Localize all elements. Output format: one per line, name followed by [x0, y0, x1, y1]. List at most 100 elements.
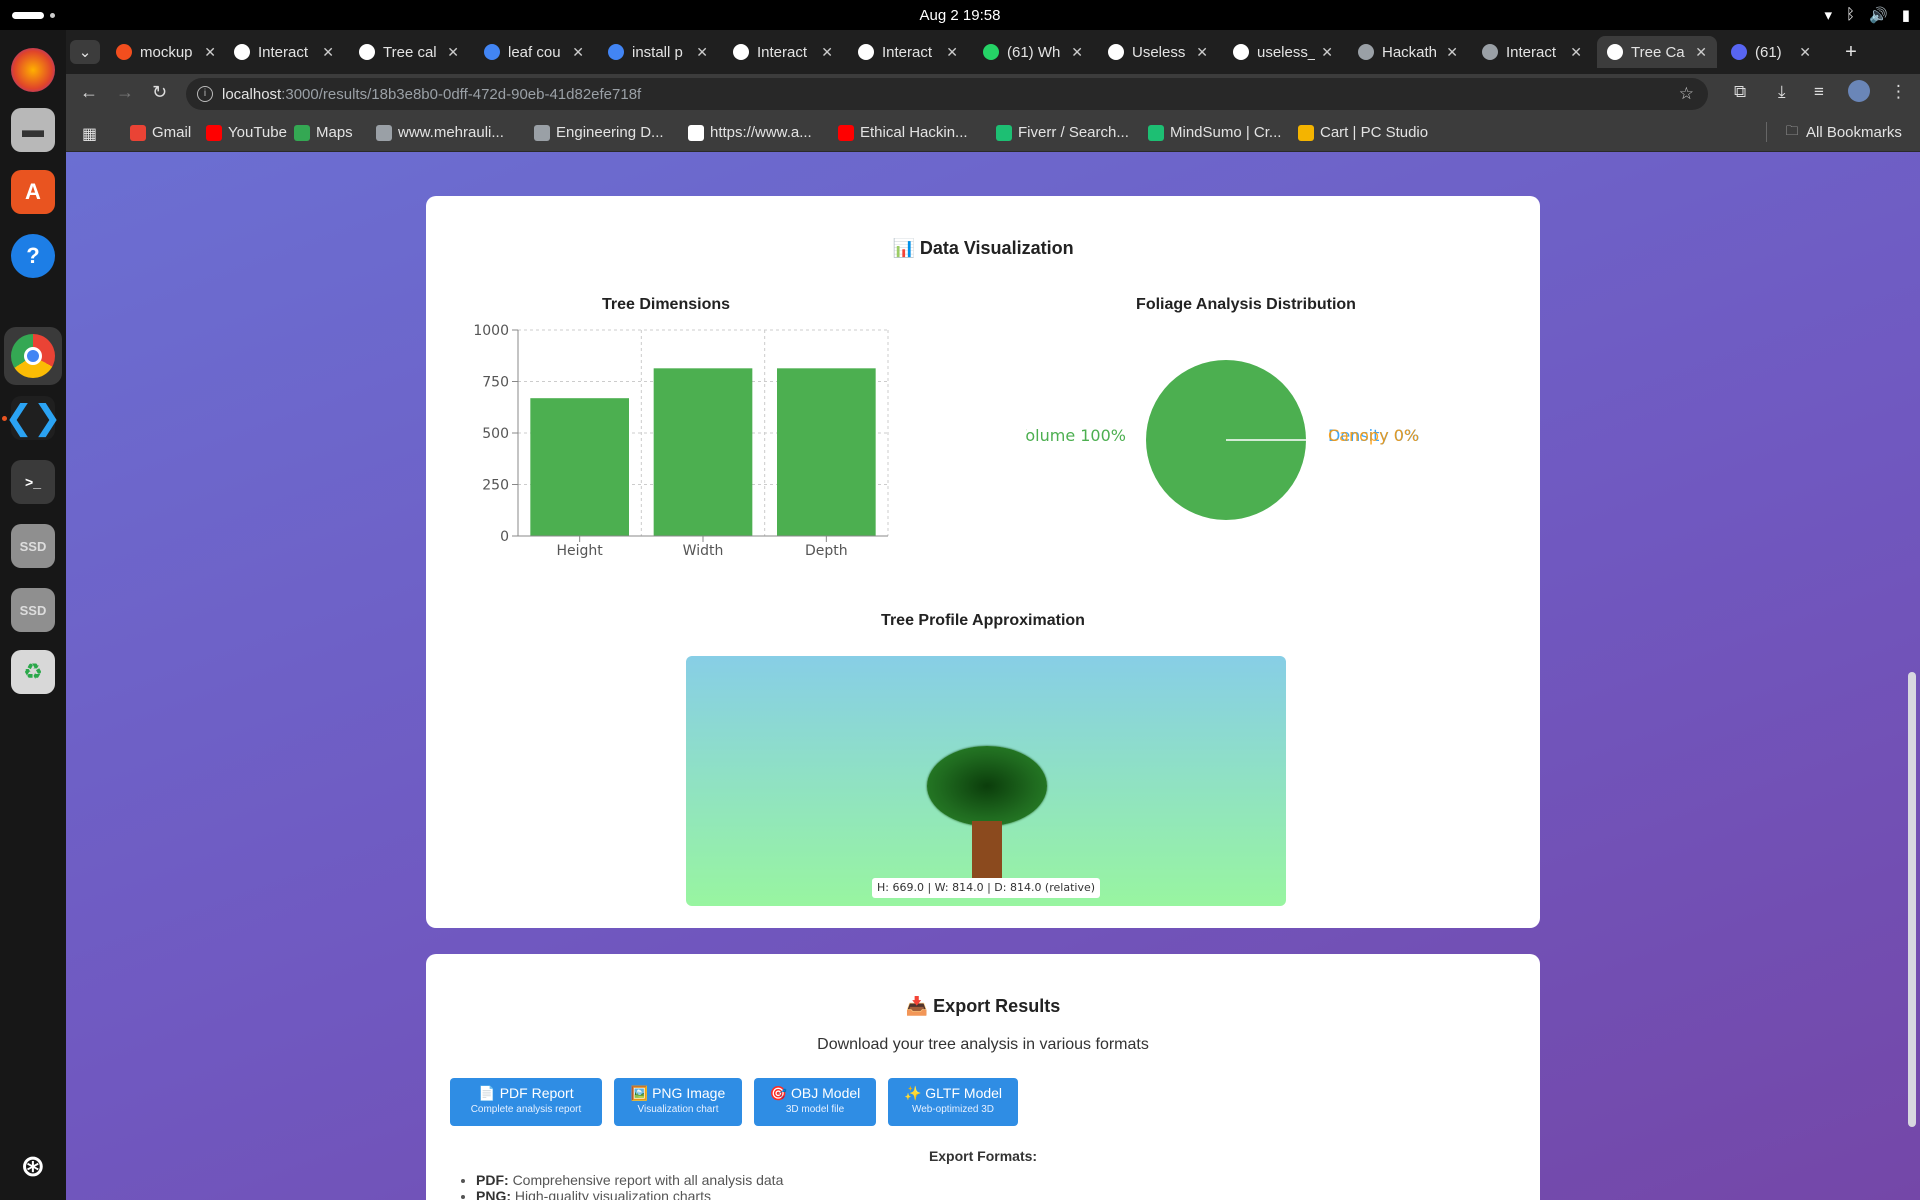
bar: [653, 368, 753, 536]
vscode-icon[interactable]: ❮❯: [5, 396, 62, 440]
close-tab-icon[interactable]: ✕: [322, 44, 334, 61]
format-name: PNG:: [476, 1188, 511, 1200]
browser-tab[interactable]: Interact ✕: [723, 36, 843, 68]
browser-tab[interactable]: (61) Wh ✕: [973, 36, 1093, 68]
trash-icon[interactable]: ♻: [11, 650, 55, 694]
bookmark-item[interactable]: https://www.a...: [688, 124, 812, 141]
tab-search-icon[interactable]: ⌄: [70, 40, 100, 64]
export-button-sub: Web-optimized 3D: [911, 1104, 995, 1115]
browser-tab[interactable]: Tree Ca ✕: [1597, 36, 1717, 68]
browser-tab[interactable]: Hackath ✕: [1348, 36, 1468, 68]
close-tab-icon[interactable]: ✕: [821, 44, 833, 61]
bookmark-item[interactable]: Gmail: [130, 124, 191, 141]
export-png-button[interactable]: 🖼️ PNG Image Visualization chart: [614, 1078, 742, 1126]
media-control-icon[interactable]: ≡: [1814, 82, 1824, 102]
bookmarks-divider: [1766, 122, 1767, 142]
site-info-icon[interactable]: i: [197, 86, 213, 102]
close-tab-icon[interactable]: ✕: [447, 44, 459, 61]
tab-title: (61) Wh: [1007, 43, 1061, 61]
browser-tab[interactable]: (61) ✕: [1721, 36, 1821, 68]
bookmark-item[interactable]: MindSumo | Cr...: [1148, 124, 1281, 141]
bookmark-item[interactable]: Maps: [294, 124, 353, 141]
chrome-icon[interactable]: [11, 334, 55, 378]
tab-title: (61): [1755, 43, 1782, 61]
close-tab-icon[interactable]: ✕: [1695, 44, 1707, 61]
terminal-icon[interactable]: >_: [11, 460, 55, 504]
help-icon[interactable]: ?: [11, 234, 55, 278]
close-tab-icon[interactable]: ✕: [946, 44, 958, 61]
files-icon[interactable]: ▬: [11, 108, 55, 152]
bookmark-label: Gmail: [152, 124, 192, 141]
close-tab-icon[interactable]: ✕: [696, 44, 708, 61]
export-gltf-button[interactable]: ✨ GLTF Model Web-optimized 3D: [888, 1078, 1018, 1126]
bookmark-item[interactable]: www.mehrauli...: [376, 124, 504, 141]
download-icon[interactable]: ⤓: [1778, 82, 1786, 102]
tab-title: useless_: [1257, 43, 1316, 61]
firefox-icon[interactable]: [11, 48, 55, 92]
forward-icon[interactable]: →: [116, 82, 134, 103]
close-tab-icon[interactable]: ✕: [204, 44, 216, 61]
bookmark-item[interactable]: Engineering D...: [534, 124, 664, 141]
bookmark-label: Cart | PC Studio: [1320, 124, 1429, 141]
close-tab-icon[interactable]: ✕: [1321, 44, 1333, 61]
bar-chart-title: Tree Dimensions: [601, 296, 731, 313]
close-tab-icon[interactable]: ✕: [1071, 44, 1083, 61]
format-name: PDF:: [476, 1172, 509, 1188]
browser-tab[interactable]: Useless ✕: [1098, 36, 1218, 68]
export-obj-button[interactable]: 🎯 OBJ Model 3D model file: [754, 1078, 876, 1126]
menu-icon[interactable]: ⋮: [1890, 82, 1907, 102]
fiverr-icon: [996, 124, 1012, 141]
browser-tab[interactable]: useless_ ✕: [1223, 36, 1343, 68]
google-icon: [608, 44, 624, 60]
address-bar[interactable]: i localhost:3000/results/18b3e8b0-0dff-4…: [186, 78, 1708, 110]
close-tab-icon[interactable]: ✕: [1570, 44, 1582, 61]
reload-icon[interactable]: ↻: [152, 82, 167, 103]
browser-tab[interactable]: Tree cal ✕: [349, 36, 469, 68]
google-icon: [484, 44, 500, 60]
browser-tab[interactable]: Interact ✕: [1472, 36, 1592, 68]
close-tab-icon[interactable]: ✕: [1446, 44, 1458, 61]
bookmark-star-icon[interactable]: ☆: [1679, 84, 1694, 104]
close-tab-icon[interactable]: ✕: [1196, 44, 1208, 61]
browser-tab[interactable]: Interact ✕: [224, 36, 344, 68]
bookmark-item[interactable]: Cart | PC Studio: [1298, 124, 1428, 141]
new-tab-button[interactable]: +: [1836, 36, 1866, 68]
extensions-icon[interactable]: ⧉: [1734, 82, 1746, 102]
close-tab-icon[interactable]: ✕: [572, 44, 584, 61]
page-scrollbar[interactable]: [1908, 672, 1916, 1127]
tab-title: Hackath: [1382, 43, 1438, 61]
browser-tab[interactable]: Interact ✕: [848, 36, 968, 68]
y-tick-label: 750: [482, 375, 509, 391]
export-card: 📥 Export Results Download your tree anal…: [426, 954, 1540, 1200]
dock: ▬ A ? ❮❯ >_ SSD SSD ♻ ⊛: [0, 30, 66, 1200]
browser-tab-bar: ⌄ mockup ✕ Interact ✕ Tree cal ✕ leaf cou ✕ inst…: [66, 30, 1920, 74]
bookmark-label: https://www.a...: [710, 124, 812, 141]
bookmark-label: www.mehrauli...: [398, 124, 504, 141]
bookmark-item[interactable]: Ethical Hackin...: [838, 124, 968, 141]
profile-avatar[interactable]: [1848, 80, 1870, 102]
close-tab-icon[interactable]: ✕: [1799, 44, 1811, 61]
tree-trunk: [972, 821, 1002, 881]
maps-icon: [294, 124, 310, 141]
back-icon[interactable]: ←: [80, 82, 98, 103]
app-center-icon[interactable]: A: [11, 170, 55, 214]
system-tray[interactable]: ▾ ᛒ 🔊 ▮: [1825, 6, 1911, 24]
pie-label: Canopy 0%: [1328, 426, 1419, 445]
bookmark-item[interactable]: Fiverr / Search...: [996, 124, 1129, 141]
export-pdf-button[interactable]: 📄 PDF Report Complete analysis report: [450, 1078, 602, 1126]
show-apps-icon[interactable]: ⊛: [11, 1144, 55, 1188]
apps-grid-icon[interactable]: ▦: [82, 124, 97, 144]
system-clock[interactable]: Aug 2 19:58: [0, 7, 1920, 24]
ssd-drive-icon[interactable]: SSD: [11, 588, 55, 632]
browser-tab[interactable]: mockup ✕: [106, 36, 226, 68]
all-bookmarks-button[interactable]: 🗀 All Bookmarks: [1784, 123, 1901, 142]
bookmark-item[interactable]: YouTube: [206, 124, 287, 141]
tab-title: Interact: [757, 43, 808, 61]
browser-tab[interactable]: install p ✕: [598, 36, 718, 68]
ssd-drive-icon[interactable]: SSD: [11, 524, 55, 568]
url-path: :3000/results/18b3e8b0-0dff-472d-90eb-41…: [281, 86, 642, 103]
cart-icon: [1298, 124, 1314, 141]
bluetooth-icon: ᛒ: [1846, 6, 1856, 23]
triangle-icon: [1607, 44, 1623, 60]
browser-tab[interactable]: leaf cou ✕: [474, 36, 594, 68]
